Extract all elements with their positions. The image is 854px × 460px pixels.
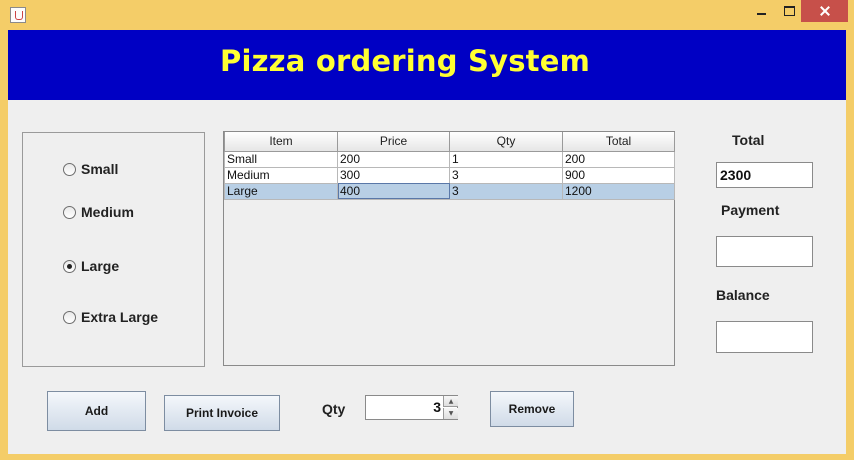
table-cell[interactable]: Small: [224, 150, 338, 168]
column-header-qty[interactable]: Qty: [449, 132, 563, 152]
radio-selected-icon[interactable]: [63, 259, 76, 273]
balance-label: Balance: [716, 287, 770, 303]
table-row-selected[interactable]: Large 400 3 1200: [224, 182, 675, 200]
title-bar[interactable]: [0, 0, 854, 30]
column-header-price[interactable]: Price: [337, 132, 450, 152]
table-row[interactable]: Medium 300 3 900: [224, 166, 675, 184]
radio-small[interactable]: Small: [63, 161, 118, 177]
close-button[interactable]: [801, 0, 848, 22]
qty-spinner-value[interactable]: 3: [366, 396, 443, 419]
radio-label: Extra Large: [81, 309, 159, 325]
radio-icon[interactable]: [63, 310, 76, 324]
payment-field[interactable]: [716, 236, 813, 267]
radio-icon[interactable]: [63, 205, 76, 219]
client-area: Pizza ordering System Small Medium Large…: [8, 30, 846, 454]
table-cell[interactable]: 3: [449, 182, 563, 200]
radio-label: Medium: [81, 204, 134, 220]
radio-label: Small: [81, 161, 119, 177]
app-window: Pizza ordering System Small Medium Large…: [0, 0, 854, 460]
column-header-item[interactable]: Item: [224, 132, 338, 152]
radio-label: Large: [81, 258, 120, 274]
payment-label: Payment: [721, 202, 780, 218]
table-cell[interactable]: 200: [562, 150, 675, 168]
java-cup-icon: [10, 7, 26, 23]
maximize-button[interactable]: [776, 0, 802, 22]
order-table-scrollpane[interactable]: Item Price Qty Total Small 200 1 200 Med…: [223, 131, 675, 366]
radio-icon[interactable]: [63, 162, 76, 176]
table-cell[interactable]: 900: [562, 166, 675, 184]
table-row[interactable]: Small 200 1 200: [224, 150, 675, 168]
page-title: Pizza ordering System: [220, 44, 591, 78]
print-invoice-button[interactable]: Print Invoice: [164, 395, 280, 431]
header-banner: Pizza ordering System: [8, 30, 846, 100]
balance-field[interactable]: [716, 321, 813, 353]
radio-large[interactable]: Large: [63, 258, 119, 274]
qty-spinner[interactable]: 3 ▲ ▼: [365, 395, 458, 420]
radio-medium[interactable]: Medium: [63, 204, 134, 220]
table-cell[interactable]: 200: [337, 150, 450, 168]
table-cell[interactable]: Large: [224, 182, 338, 200]
spinner-down-icon[interactable]: ▼: [443, 408, 458, 419]
column-header-total[interactable]: Total: [562, 132, 675, 152]
table-cell[interactable]: 1200: [562, 182, 675, 200]
total-label: Total: [732, 132, 765, 148]
table-header-row: Item Price Qty Total: [224, 132, 675, 152]
spinner-up-icon[interactable]: ▲: [443, 396, 458, 407]
remove-button[interactable]: Remove: [490, 391, 574, 427]
table-cell[interactable]: 300: [337, 166, 450, 184]
pizza-size-panel: Small Medium Large Extra Large: [22, 132, 205, 367]
add-button[interactable]: Add: [47, 391, 146, 431]
table-cell[interactable]: Medium: [224, 166, 338, 184]
qty-label: Qty: [322, 401, 346, 417]
table-cell-focused[interactable]: 400: [337, 182, 450, 200]
total-field[interactable]: [716, 162, 813, 188]
table-cell[interactable]: 3: [449, 166, 563, 184]
table-cell[interactable]: 1: [449, 150, 563, 168]
radio-extra-large[interactable]: Extra Large: [63, 309, 158, 325]
order-table: Item Price Qty Total Small 200 1 200 Med…: [224, 132, 675, 200]
minimize-button[interactable]: [744, 0, 778, 22]
